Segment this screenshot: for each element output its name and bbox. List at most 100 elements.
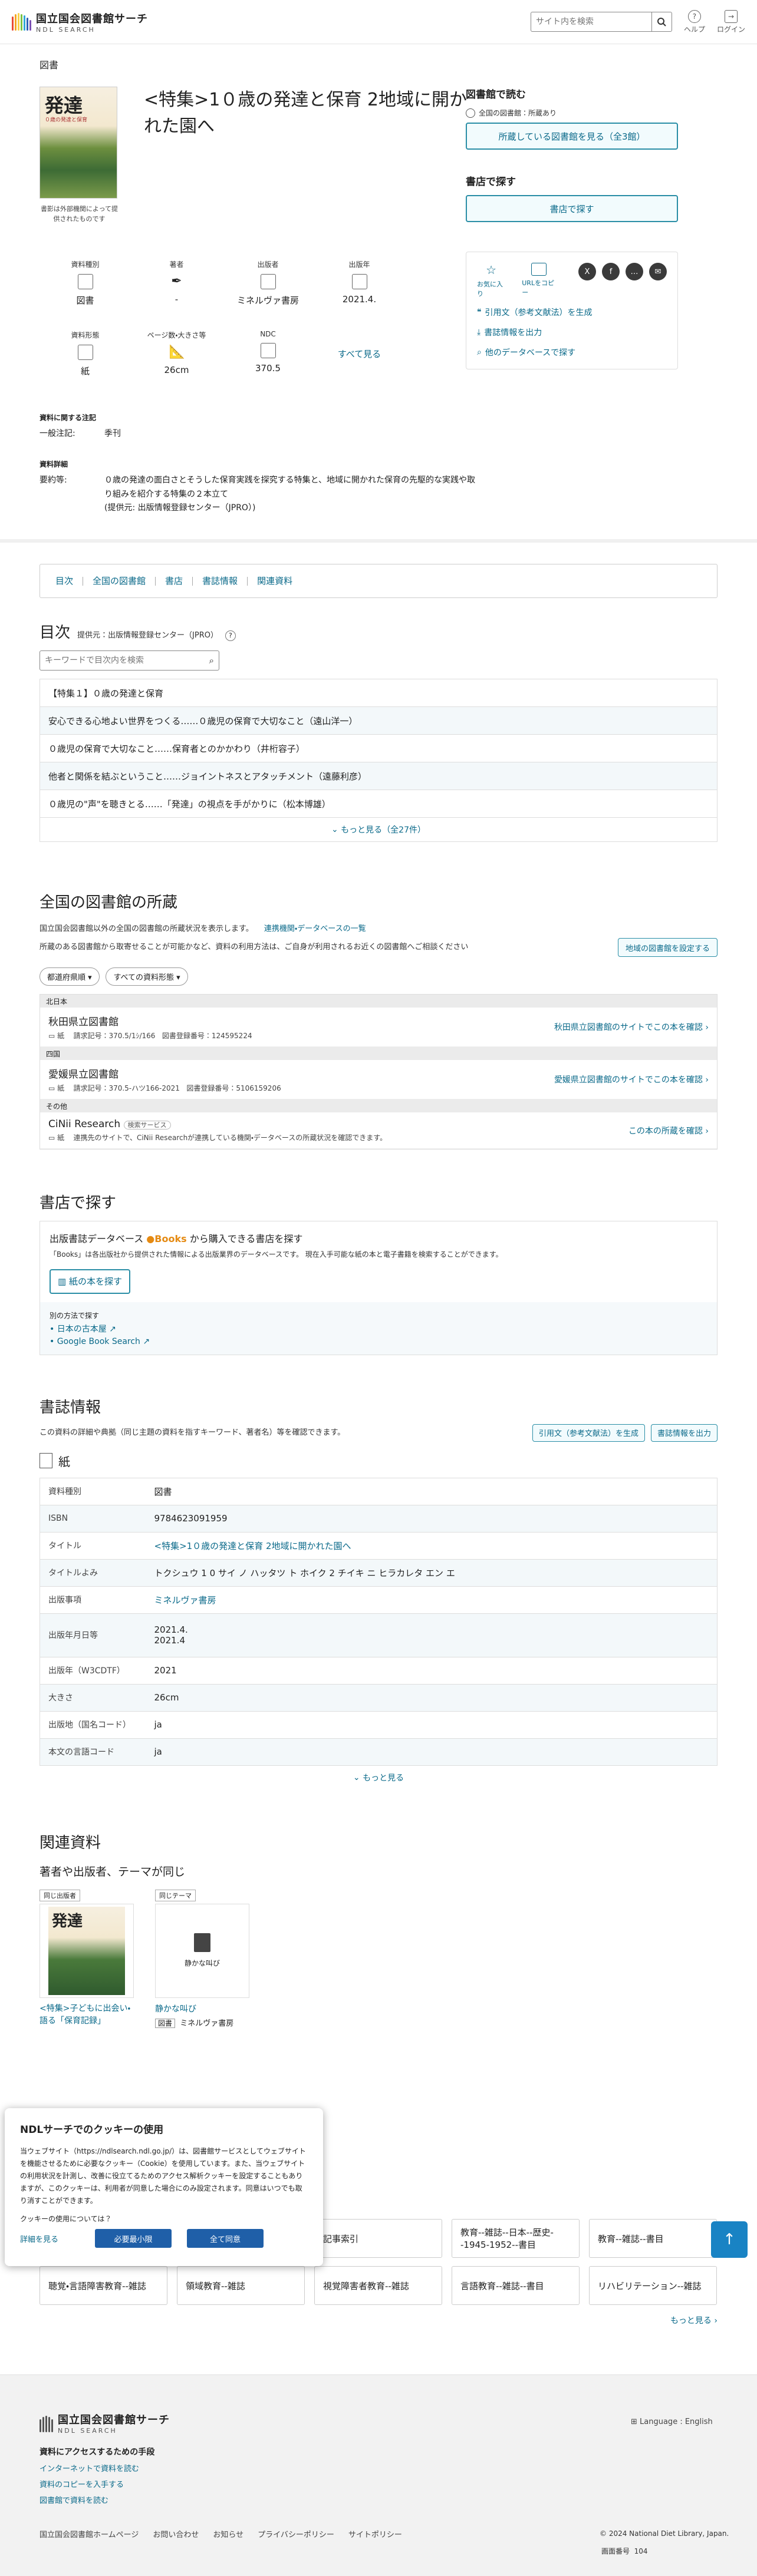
search-service-badge: 検索サービス bbox=[123, 1121, 171, 1130]
sort-prefecture-dropdown[interactable]: 都道府県順 ▾ bbox=[40, 967, 100, 986]
other-database-label: 他のデータベースで探す bbox=[485, 348, 576, 358]
arrow-up-icon: ↑ bbox=[723, 2231, 736, 2248]
help-label: ヘルプ bbox=[683, 25, 705, 34]
cookie-accept-button[interactable]: 全て同意 bbox=[187, 2229, 264, 2248]
footer-logo[interactable]: 国立国会図書館サーチ NDL SEARCH bbox=[40, 2412, 170, 2435]
meta-label: ページ数・大きさ等 bbox=[147, 331, 206, 339]
sort-label: 都道府県順 bbox=[47, 973, 86, 983]
subject-button[interactable]: 領域教育--雑誌 bbox=[177, 2266, 305, 2305]
tab-libraries[interactable]: 全国の図書館 bbox=[83, 576, 156, 586]
toc-heading: 目次 bbox=[40, 624, 71, 642]
find-in-store-button[interactable]: 書店で探す bbox=[466, 195, 678, 222]
help-icon[interactable]: ? bbox=[225, 630, 236, 641]
export-biblio-button[interactable]: 書誌情報を出力 bbox=[650, 1424, 717, 1442]
footer-bottom-links: 国立国会図書館ホームページ お問い合わせ お知らせ プライバシーポリシー サイト… bbox=[40, 2528, 402, 2539]
toc-search-input[interactable] bbox=[40, 656, 205, 666]
tab-related[interactable]: 関連資料 bbox=[248, 576, 302, 586]
row-key: 大きさ bbox=[40, 1684, 146, 1712]
toc-item: 【特集１】０歳の発達と保育 bbox=[40, 679, 717, 708]
help-link[interactable]: ? ヘルプ bbox=[683, 9, 705, 34]
subject-button[interactable]: 視覚障害者教育--雑誌 bbox=[314, 2266, 442, 2305]
cookie-essential-button[interactable]: 必要最小限 bbox=[95, 2229, 172, 2248]
subject-button[interactable]: リハビリテーション--雑誌 bbox=[589, 2266, 717, 2305]
subject-button[interactable]: 聴覚・言語障害教育--雑誌 bbox=[40, 2266, 167, 2305]
related-title-link[interactable]: 静かな叫び bbox=[155, 2003, 249, 2014]
related-tag: 同じ出版者 bbox=[40, 1889, 80, 1901]
site-logo[interactable]: 国立国会図書館サーチ NDL SEARCH bbox=[12, 11, 148, 34]
library-name: 秋田県立図書館 bbox=[48, 1016, 119, 1029]
section-divider bbox=[0, 539, 757, 543]
partner-db-link[interactable]: 連携機関・データベースの一覧 bbox=[264, 924, 366, 933]
form-filter-dropdown[interactable]: すべての資料形態 ▾ bbox=[106, 967, 188, 986]
libraries-desc2: 所蔵のある図書館から取寄せることが可能かなど、資料の利用方法は、ご自身が利用され… bbox=[40, 943, 469, 952]
library-list: 北日本 秋田県立図書館 ▭ 紙 請求記号：370.5/1ｼ/166 図書登録番号… bbox=[40, 994, 717, 1150]
google-book-link[interactable]: • Google Book Search ↗ bbox=[50, 1337, 707, 1346]
footer-access-link[interactable]: 図書館で資料を読む bbox=[40, 2494, 154, 2505]
find-paper-book-button[interactable]: ▥ 紙の本を探す bbox=[50, 1269, 130, 1294]
meta-value: 紙 bbox=[80, 366, 90, 377]
related-title-link[interactable]: <特集>子どもに出会い・語る「保育記録」 bbox=[40, 2003, 134, 2027]
row-key: ISBN bbox=[40, 1505, 146, 1533]
general-note-value: 季刊 bbox=[104, 429, 121, 438]
footer-access-link[interactable]: 資料のコピーを入手する bbox=[40, 2478, 154, 2489]
row-value: 図書 bbox=[146, 1478, 717, 1505]
used-bookstore-link[interactable]: • 日本の古本屋 ↗ bbox=[50, 1323, 707, 1335]
store-box: 出版書誌データベース ●Books から購入できる書店を探す 「Books」は各… bbox=[40, 1221, 717, 1355]
tab-toc[interactable]: 目次 bbox=[46, 576, 84, 586]
x-share-icon[interactable]: X bbox=[578, 263, 596, 280]
library-site-link[interactable]: 秋田県立図書館のサイトでこの本を確認 › bbox=[554, 1021, 709, 1033]
libraries-desc1: 国立国会図書館以外の全国の図書館の所蔵状況を表示します。 bbox=[40, 924, 254, 934]
footer-link[interactable]: お問い合わせ bbox=[153, 2528, 199, 2539]
title-link[interactable]: <特集>1０歳の発達と保育 2地域に開かれた園へ bbox=[146, 1532, 717, 1560]
cover-title: 発達 bbox=[45, 94, 83, 117]
see-all-meta-link[interactable]: すべて見る bbox=[314, 330, 405, 377]
library-site-link[interactable]: 愛媛県立図書館のサイトでこの本を確認 › bbox=[554, 1074, 709, 1085]
cookie-detail-link[interactable]: 詳細を見る bbox=[20, 2233, 58, 2244]
toc-provider: 提供元：出版情報登録センター（JPRO） bbox=[77, 631, 218, 640]
facebook-share-icon[interactable]: f bbox=[602, 263, 620, 280]
view-holding-libraries-button[interactable]: 所蔵している図書館を見る（全3館） bbox=[466, 123, 678, 150]
library-site-link[interactable]: この本の所蔵を確認 › bbox=[628, 1125, 709, 1137]
subject-button[interactable]: 教育--雑誌--日本--歴史--1945-1952--書目 bbox=[452, 2219, 580, 2258]
footer-link[interactable]: お知らせ bbox=[213, 2528, 243, 2539]
toc-more-button[interactable]: ⌄ もっと見る（全27件） bbox=[40, 818, 717, 841]
site-search-input[interactable] bbox=[531, 12, 651, 31]
table-row: 大きさ 26cm bbox=[40, 1684, 717, 1712]
related-card[interactable]: 同じテーマ 静かな叫び 静かな叫び 図書 ミネルヴァ書房 bbox=[155, 1889, 249, 2028]
tab-store[interactable]: 書店 bbox=[156, 576, 193, 586]
meta-publish-year: 出版年 2021.4. bbox=[314, 259, 405, 306]
login-link[interactable]: → ログイン bbox=[717, 9, 745, 34]
favorite-button[interactable]: ☆ お気に入り bbox=[477, 263, 505, 298]
subjects-more-link[interactable]: もっと見る › bbox=[40, 2314, 717, 2326]
back-to-top-button[interactable]: ↑ bbox=[711, 2221, 748, 2258]
notes-heading: 資料に関する注記 bbox=[40, 414, 97, 422]
mail-share-icon[interactable]: ✉ bbox=[649, 263, 667, 280]
url-copy-button[interactable]: URLをコピー bbox=[522, 263, 556, 297]
subject-button[interactable]: 教育--雑誌--書目 bbox=[589, 2219, 717, 2258]
related-card[interactable]: 同じ出版者 発達 <特集>子どもに出会い・語る「保育記録」 bbox=[40, 1889, 134, 2028]
table-row: 出版年（W3CDTF） 2021 bbox=[40, 1657, 717, 1685]
row-key: 出版年月日等 bbox=[40, 1613, 146, 1657]
libraries-heading: 全国の図書館の所蔵 bbox=[40, 894, 178, 912]
biblio-more-button[interactable]: ⌄ もっと見る bbox=[40, 1766, 717, 1789]
footer-access-link[interactable]: インターネットで資料を読む bbox=[40, 2462, 154, 2473]
subject-button[interactable]: 記事索引 bbox=[314, 2219, 442, 2258]
tab-biblio[interactable]: 書誌情報 bbox=[193, 576, 248, 586]
set-local-library-button[interactable]: 地域の図書館を設定する bbox=[617, 938, 717, 957]
subject-button[interactable]: 言語教育--雑誌--書目 bbox=[452, 2266, 580, 2305]
generate-citation-link[interactable]: ❝ 引用文（参考文献法）を生成 bbox=[477, 306, 667, 318]
export-biblio-link[interactable]: ⤓ 書誌情報を出力 bbox=[477, 326, 667, 338]
footer-link[interactable]: プライバシーポリシー bbox=[258, 2528, 334, 2539]
publisher-link[interactable]: ミネルヴァ書房 bbox=[146, 1586, 717, 1614]
paper-icon: ▭ bbox=[48, 1084, 58, 1093]
generate-citation-button[interactable]: 引用文（参考文献法）を生成 bbox=[532, 1424, 645, 1442]
search-icon[interactable]: ⌕ bbox=[205, 655, 219, 666]
material-type-breadcrumb: 図書 bbox=[40, 60, 59, 71]
other-database-link[interactable]: ⌕ 他のデータベースで探す bbox=[477, 346, 667, 358]
line-share-icon[interactable]: … bbox=[626, 263, 643, 280]
footer-link[interactable]: 国立国会図書館ホームページ bbox=[40, 2528, 139, 2539]
search-button[interactable] bbox=[651, 12, 672, 31]
footer-link[interactable]: サイトポリシー bbox=[348, 2528, 402, 2539]
language-switch[interactable]: ⊞ Language : English bbox=[631, 2418, 713, 2426]
footer-logo-title: 国立国会図書館サーチ bbox=[58, 2414, 170, 2426]
